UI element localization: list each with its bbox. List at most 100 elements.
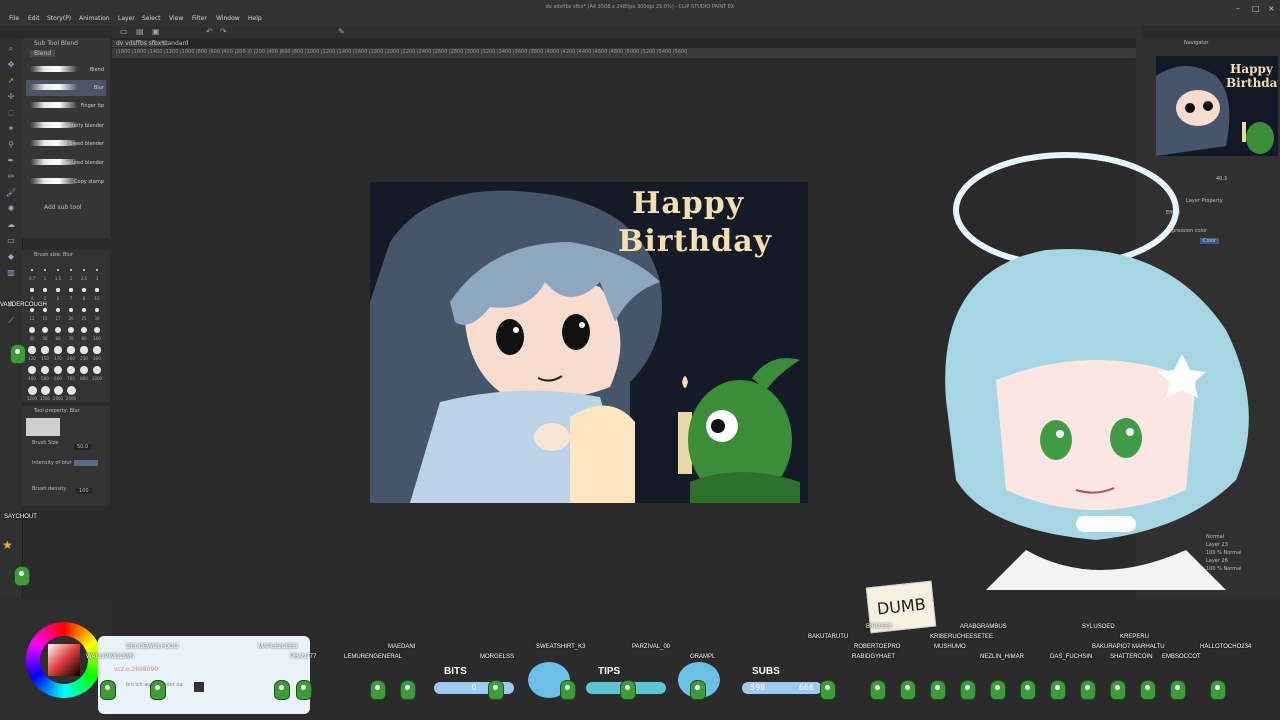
menu-file[interactable]: File bbox=[9, 15, 19, 22]
brush-size-option[interactable]: 600 bbox=[52, 364, 64, 383]
eraser-icon[interactable]: ▭ bbox=[5, 236, 17, 246]
brush-size-value: 80 bbox=[81, 336, 87, 341]
brush-size-option[interactable]: 300 bbox=[91, 344, 103, 363]
menu-edit[interactable]: Edit bbox=[28, 15, 40, 22]
brush-size-option[interactable]: 150 bbox=[39, 344, 51, 363]
open-icon[interactable]: ▤ bbox=[136, 27, 144, 36]
brush-size-option[interactable]: 100 bbox=[91, 324, 103, 343]
snap-icon[interactable]: ✎ bbox=[338, 27, 345, 36]
brush-size-option[interactable]: 4 bbox=[26, 284, 38, 303]
brush-size-option[interactable]: 1500 bbox=[39, 384, 51, 403]
tab-active[interactable]: dv vdsffbs sfbx* bbox=[112, 40, 169, 47]
brush-size-option[interactable]: 20 bbox=[65, 304, 77, 323]
add-subtool-button[interactable]: Add sub tool bbox=[44, 204, 82, 211]
ruler-icon[interactable]: ⟋ bbox=[5, 316, 17, 326]
pencil-icon[interactable]: ✏ bbox=[5, 172, 17, 182]
subtool-item[interactable]: Wet bleed blender bbox=[26, 136, 106, 152]
menu-window[interactable]: Window bbox=[216, 15, 240, 22]
move-tool-icon[interactable]: ✥ bbox=[5, 60, 17, 70]
subtool-item[interactable]: Blend bbox=[26, 62, 106, 78]
brush-size-option[interactable]: 500 bbox=[39, 364, 51, 383]
density-value[interactable]: 100 bbox=[76, 488, 92, 494]
move-layer-icon[interactable]: ✢ bbox=[5, 92, 17, 102]
redo-icon[interactable]: ↷ bbox=[220, 27, 227, 36]
brush-size-option[interactable]: 1 bbox=[39, 264, 51, 283]
navigator-thumbnail[interactable]: Happy Birthday bbox=[1156, 56, 1278, 156]
menu-select[interactable]: Select bbox=[142, 15, 161, 22]
blend-icon[interactable]: ☁ bbox=[5, 220, 17, 230]
brush-size-option[interactable]: 7 bbox=[65, 284, 77, 303]
brush-size-dot bbox=[27, 385, 37, 395]
chatter-name: DAS_FUCHSIN bbox=[1050, 654, 1093, 660]
brush-size-dot bbox=[79, 365, 89, 375]
subtool-tab-blend[interactable]: Blend bbox=[30, 50, 56, 57]
operation-tool-icon[interactable]: ➚ bbox=[5, 76, 17, 86]
fill-icon[interactable]: ◆ bbox=[5, 252, 17, 262]
undo-icon[interactable]: ↶ bbox=[206, 27, 213, 36]
menu-filter[interactable]: Filter bbox=[192, 15, 207, 22]
brush-size-option[interactable]: 50 bbox=[39, 324, 51, 343]
eyedropper-icon[interactable]: ⚲ bbox=[5, 140, 17, 150]
brush-size-option[interactable]: 8 bbox=[78, 284, 90, 303]
brush-size-option[interactable]: 80 bbox=[78, 324, 90, 343]
brush-size-option[interactable]: 70 bbox=[65, 324, 77, 343]
brush-size-option[interactable]: 40 bbox=[26, 324, 38, 343]
brush-size-option[interactable]: 700 bbox=[65, 364, 77, 383]
menu-animation[interactable]: Animation bbox=[79, 15, 110, 22]
brush-size-option[interactable]: 2 bbox=[65, 264, 77, 283]
save-icon[interactable]: ▣ bbox=[152, 27, 160, 36]
brush-size-value: 300 bbox=[93, 356, 101, 361]
brush-size-option[interactable]: 170 bbox=[52, 344, 64, 363]
subtool-item[interactable]: Finger tip bbox=[26, 98, 106, 114]
menu-view[interactable]: View bbox=[169, 15, 183, 22]
brush-size-grid: 0.7 1 1.5 2 2.5 3 4 5 6 7 8 10 12 15 17 20 25 30 40 50 60 70 8… bbox=[26, 264, 106, 403]
tab-standard[interactable]: standard bbox=[162, 40, 189, 47]
brush-size-option[interactable]: 2500 bbox=[65, 384, 77, 403]
brush-size-option[interactable]: 3 bbox=[91, 264, 103, 283]
wand-icon[interactable]: ✶ bbox=[5, 124, 17, 134]
subtool-item[interactable]: Textured blender bbox=[26, 155, 106, 171]
menu-story[interactable]: Story(P) bbox=[47, 15, 71, 22]
brush-icon[interactable]: 🖌 bbox=[5, 188, 17, 198]
brush-size-option[interactable]: 60 bbox=[52, 324, 64, 343]
maximize-icon[interactable]: □ bbox=[1252, 4, 1260, 13]
menu-layer[interactable]: Layer bbox=[118, 15, 135, 22]
lasso-icon[interactable]: ◌ bbox=[5, 108, 17, 118]
brush-size-option[interactable]: 1000 bbox=[91, 364, 103, 383]
brush-size-option[interactable]: 6 bbox=[52, 284, 64, 303]
brush-size-option[interactable]: 2000 bbox=[52, 384, 64, 403]
brush-size-option[interactable]: 200 bbox=[65, 344, 77, 363]
minimize-icon[interactable]: – bbox=[1236, 4, 1240, 13]
brush-size-option[interactable]: 800 bbox=[78, 364, 90, 383]
pen-icon[interactable]: ✒ bbox=[5, 156, 17, 166]
brush-size-option[interactable]: 120 bbox=[26, 344, 38, 363]
airbrush-icon[interactable]: ✺ bbox=[5, 204, 17, 214]
gradient-icon[interactable]: ▥ bbox=[5, 268, 17, 278]
brush-size-option[interactable]: 30 bbox=[91, 304, 103, 323]
brush-size-option[interactable]: 400 bbox=[26, 364, 38, 383]
chatter-name: SWEATSHIRT_K3 bbox=[536, 644, 586, 650]
brush-size-label: Brush Size bbox=[32, 440, 59, 446]
brush-size-option[interactable]: 17 bbox=[52, 304, 64, 323]
brush-size-option[interactable]: 1200 bbox=[26, 384, 38, 403]
brush-size-header: Brush size: Blur bbox=[34, 252, 74, 258]
subtool-item-selected[interactable]: Blur bbox=[26, 80, 106, 96]
brush-size-option[interactable]: 250 bbox=[78, 344, 90, 363]
intensity-slider[interactable] bbox=[74, 460, 98, 466]
brush-size-value[interactable]: 50.0 bbox=[74, 444, 92, 450]
brush-size-option[interactable]: 25 bbox=[78, 304, 90, 323]
new-file-icon[interactable]: ▭ bbox=[120, 27, 128, 36]
artwork-canvas[interactable]: Happy Birthday bbox=[370, 182, 808, 503]
menu-help[interactable]: Help bbox=[248, 15, 262, 22]
subtool-item[interactable]: Painterly blender bbox=[26, 118, 106, 134]
brush-size-option[interactable]: 1.5 bbox=[52, 264, 64, 283]
brush-size-option[interactable]: 10 bbox=[91, 284, 103, 303]
brush-size-dot bbox=[56, 288, 60, 292]
brush-size-option[interactable]: 5 bbox=[39, 284, 51, 303]
brush-size-value: 400 bbox=[28, 376, 36, 381]
brush-size-option[interactable]: 2.5 bbox=[78, 264, 90, 283]
zoom-tool-icon[interactable]: ⌕ bbox=[5, 44, 17, 54]
subtool-item[interactable]: Copy stamp bbox=[26, 174, 106, 190]
close-icon[interactable]: × bbox=[1268, 4, 1275, 13]
brush-size-option[interactable]: 0.7 bbox=[26, 264, 38, 283]
